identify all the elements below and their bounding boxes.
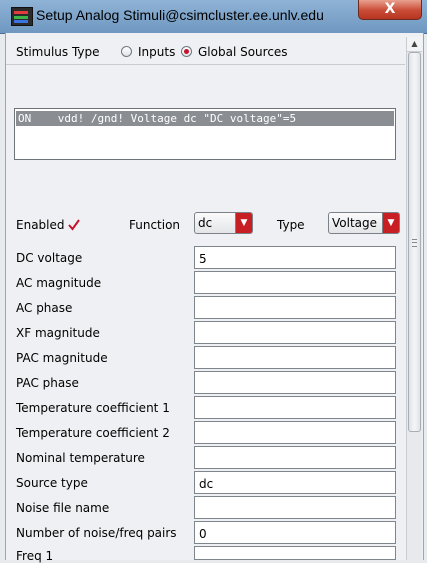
source-type-field[interactable]: dc: [194, 471, 396, 494]
field-label: Source type: [16, 476, 88, 490]
chevron-down-icon: ▼: [235, 213, 252, 233]
field-label: Nominal temperature: [16, 451, 145, 465]
field-label: Freq 1: [16, 549, 54, 563]
vertical-scrollbar[interactable]: ▲: [406, 37, 422, 560]
field-label: Noise file name: [16, 501, 110, 515]
field-label: PAC magnitude: [16, 351, 108, 365]
type-select-value: Voltage: [332, 216, 378, 230]
temp-coeff-1-field[interactable]: [194, 396, 396, 419]
scroll-up-icon[interactable]: ▲: [407, 37, 422, 52]
scrollbar-thumb[interactable]: [408, 52, 421, 432]
pac-magnitude-field[interactable]: [194, 346, 396, 369]
field-label: AC phase: [16, 301, 73, 315]
radio-global-sources[interactable]: [181, 46, 192, 57]
dc-voltage-field[interactable]: 5: [194, 246, 396, 269]
chevron-down-icon: ▼: [382, 213, 399, 233]
function-select[interactable]: dc ▼: [194, 212, 253, 234]
enabled-label: Enabled: [16, 218, 65, 232]
app-icon: [11, 7, 33, 26]
pac-phase-field[interactable]: [194, 371, 396, 394]
noise-freq-pairs-field[interactable]: 0: [194, 521, 396, 544]
field-label: DC voltage: [16, 251, 83, 265]
nominal-temperature-field[interactable]: [194, 446, 396, 469]
xf-magnitude-field[interactable]: [194, 321, 396, 344]
field-label: AC magnitude: [16, 276, 102, 290]
ac-magnitude-field[interactable]: [194, 271, 396, 294]
type-select[interactable]: Voltage ▼: [328, 212, 400, 234]
title-bar: Setup Analog Stimuli@csimcluster.ee.unlv…: [0, 0, 427, 34]
type-label: Type: [277, 218, 305, 232]
field-label: Temperature coefficient 2: [16, 426, 170, 440]
list-item[interactable]: ON vdd! /gnd! Voltage dc "DC voltage"=5: [16, 111, 394, 126]
field-label: PAC phase: [16, 376, 79, 390]
ac-phase-field[interactable]: [194, 296, 396, 319]
window-title: Setup Analog Stimuli@csimcluster.ee.unlv…: [36, 7, 324, 23]
radio-inputs-label[interactable]: Inputs: [138, 45, 175, 59]
radio-inputs[interactable]: [121, 46, 132, 57]
field-label: XF magnitude: [16, 326, 100, 340]
close-button[interactable]: X: [358, 0, 422, 20]
divider: [6, 64, 405, 65]
stimulus-type-label: Stimulus Type: [16, 45, 100, 59]
temp-coeff-2-field[interactable]: [194, 421, 396, 444]
grip-icon: [412, 239, 417, 247]
function-label: Function: [129, 218, 181, 232]
function-select-value: dc: [198, 216, 213, 230]
field-label: Number of noise/freq pairs: [16, 526, 177, 540]
freq-1-field[interactable]: [194, 546, 396, 560]
enabled-checkbox[interactable]: [68, 219, 80, 231]
stimulus-list[interactable]: ON vdd! /gnd! Voltage dc "DC voltage"=5: [14, 108, 396, 160]
radio-global-sources-label[interactable]: Global Sources: [198, 45, 288, 59]
noise-file-name-field[interactable]: [194, 496, 396, 519]
field-label: Temperature coefficient 1: [16, 401, 170, 415]
